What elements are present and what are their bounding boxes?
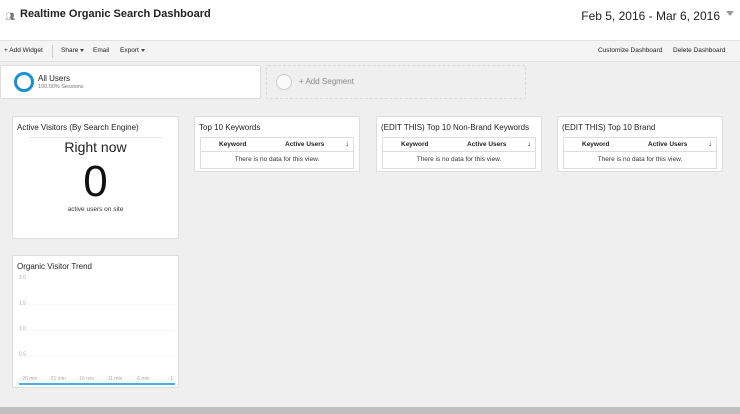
share-label: Share (61, 47, 79, 54)
right-now-label: Right now (64, 139, 127, 155)
empty-message: There is no data for this view. (234, 156, 320, 163)
dashboard-toolbar: + Add Widget Share Email Export Customiz… (0, 40, 740, 62)
empty-message: There is no data for this view. (416, 156, 502, 163)
trend-chart: 2.0 1.5 1.0 0.5 -26 min -21 min -16 min -11 min… (19, 275, 175, 385)
x-tick-label: -21 min (49, 376, 66, 382)
add-widget-button[interactable]: + Add Widget (4, 47, 43, 54)
export-caret-icon (140, 48, 145, 52)
dashboard-header: 👥︎ Realtime Organic Search Dashboard Feb… (0, 0, 740, 40)
empty-message: There is no data for this view. (597, 156, 683, 163)
active-users-caption: active users on site (67, 206, 124, 213)
widget-top-keywords: Top 10 Keywords Keyword Active Users ↓ T… (194, 116, 360, 172)
active-users-count: 0 (83, 157, 108, 206)
widget-brand-keywords: (EDIT THIS) Top 10 Brand Keyword Active … (557, 116, 723, 172)
widget-active-visitors: Active Visitors (By Search Engine) Right… (12, 116, 179, 239)
shared-users-icon: 👥︎ (5, 12, 16, 21)
sort-desc-icon[interactable]: ↓ (345, 139, 349, 148)
table-header: Keyword Active Users ↓ (383, 138, 535, 152)
page-bottom-bar (0, 407, 740, 414)
widget-organic-trend: Organic Visitor Trend 2.0 1.5 1.0 0.5 -26 mi… (12, 255, 179, 388)
sort-desc-icon[interactable]: ↓ (527, 139, 531, 148)
col-keyword[interactable]: Keyword (219, 141, 246, 148)
x-tick-label: -16 min (77, 376, 94, 382)
title-divider (29, 137, 162, 138)
x-tick-label: -6 min (136, 376, 150, 382)
x-tick-label: -1 (169, 376, 174, 382)
widget-nonbrand-keywords: (EDIT THIS) Top 10 Non-Brand Keywords Ke… (376, 116, 542, 172)
col-active-users[interactable]: Active Users (467, 141, 506, 148)
col-active-users[interactable]: Active Users (648, 141, 687, 148)
col-active-users[interactable]: Active Users (285, 141, 324, 148)
add-segment-label: + Add Segment (299, 77, 354, 86)
share-menu[interactable]: Share (61, 47, 85, 54)
nonbrand-table: Keyword Active Users ↓ There is no data … (382, 137, 536, 169)
table-header: Keyword Active Users ↓ (201, 138, 353, 152)
sort-desc-icon[interactable]: ↓ (708, 139, 712, 148)
add-segment-button[interactable]: + Add Segment (266, 65, 526, 99)
col-keyword[interactable]: Keyword (401, 141, 428, 148)
x-tick-label: -26 min (21, 376, 38, 382)
x-tick-label: -11 min (106, 376, 123, 382)
delete-dashboard-button[interactable]: Delete Dashboard (673, 47, 725, 54)
share-caret-icon (80, 48, 85, 52)
y-tick-label: 2.0 (19, 275, 26, 281)
widget-title: Active Visitors (By Search Engine) (17, 123, 139, 132)
dashboard-title: Realtime Organic Search Dashboard (20, 8, 211, 20)
y-tick-label: 0.5 (19, 352, 26, 358)
y-tick-label: 1.0 (19, 326, 26, 332)
keywords-table: Keyword Active Users ↓ There is no data … (200, 137, 354, 169)
col-keyword[interactable]: Keyword (582, 141, 609, 148)
brand-table: Keyword Active Users ↓ There is no data … (563, 137, 717, 169)
widget-title: Top 10 Keywords (199, 123, 261, 132)
export-menu[interactable]: Export (120, 47, 145, 54)
segment-sessions: 100.00% Sessions (38, 84, 84, 90)
table-header: Keyword Active Users ↓ (564, 138, 716, 152)
email-button[interactable]: Email (93, 47, 109, 54)
segment-ring-icon (14, 72, 34, 92)
chevron-down-icon[interactable] (726, 11, 734, 16)
y-tick-label: 1.5 (19, 301, 26, 307)
widget-title: (EDIT THIS) Top 10 Brand (562, 123, 656, 132)
toolbar-divider (52, 45, 53, 58)
date-range-selector[interactable]: Feb 5, 2016 - Mar 6, 2016 (581, 9, 720, 23)
segment-all-users[interactable]: All Users 100.00% Sessions (0, 65, 261, 99)
customize-dashboard-button[interactable]: Customize Dashboard (598, 47, 662, 54)
widget-title: (EDIT THIS) Top 10 Non-Brand Keywords (381, 123, 530, 132)
segment-placeholder-icon (276, 74, 292, 90)
export-label: Export (120, 47, 139, 54)
segment-name: All Users (38, 74, 71, 83)
